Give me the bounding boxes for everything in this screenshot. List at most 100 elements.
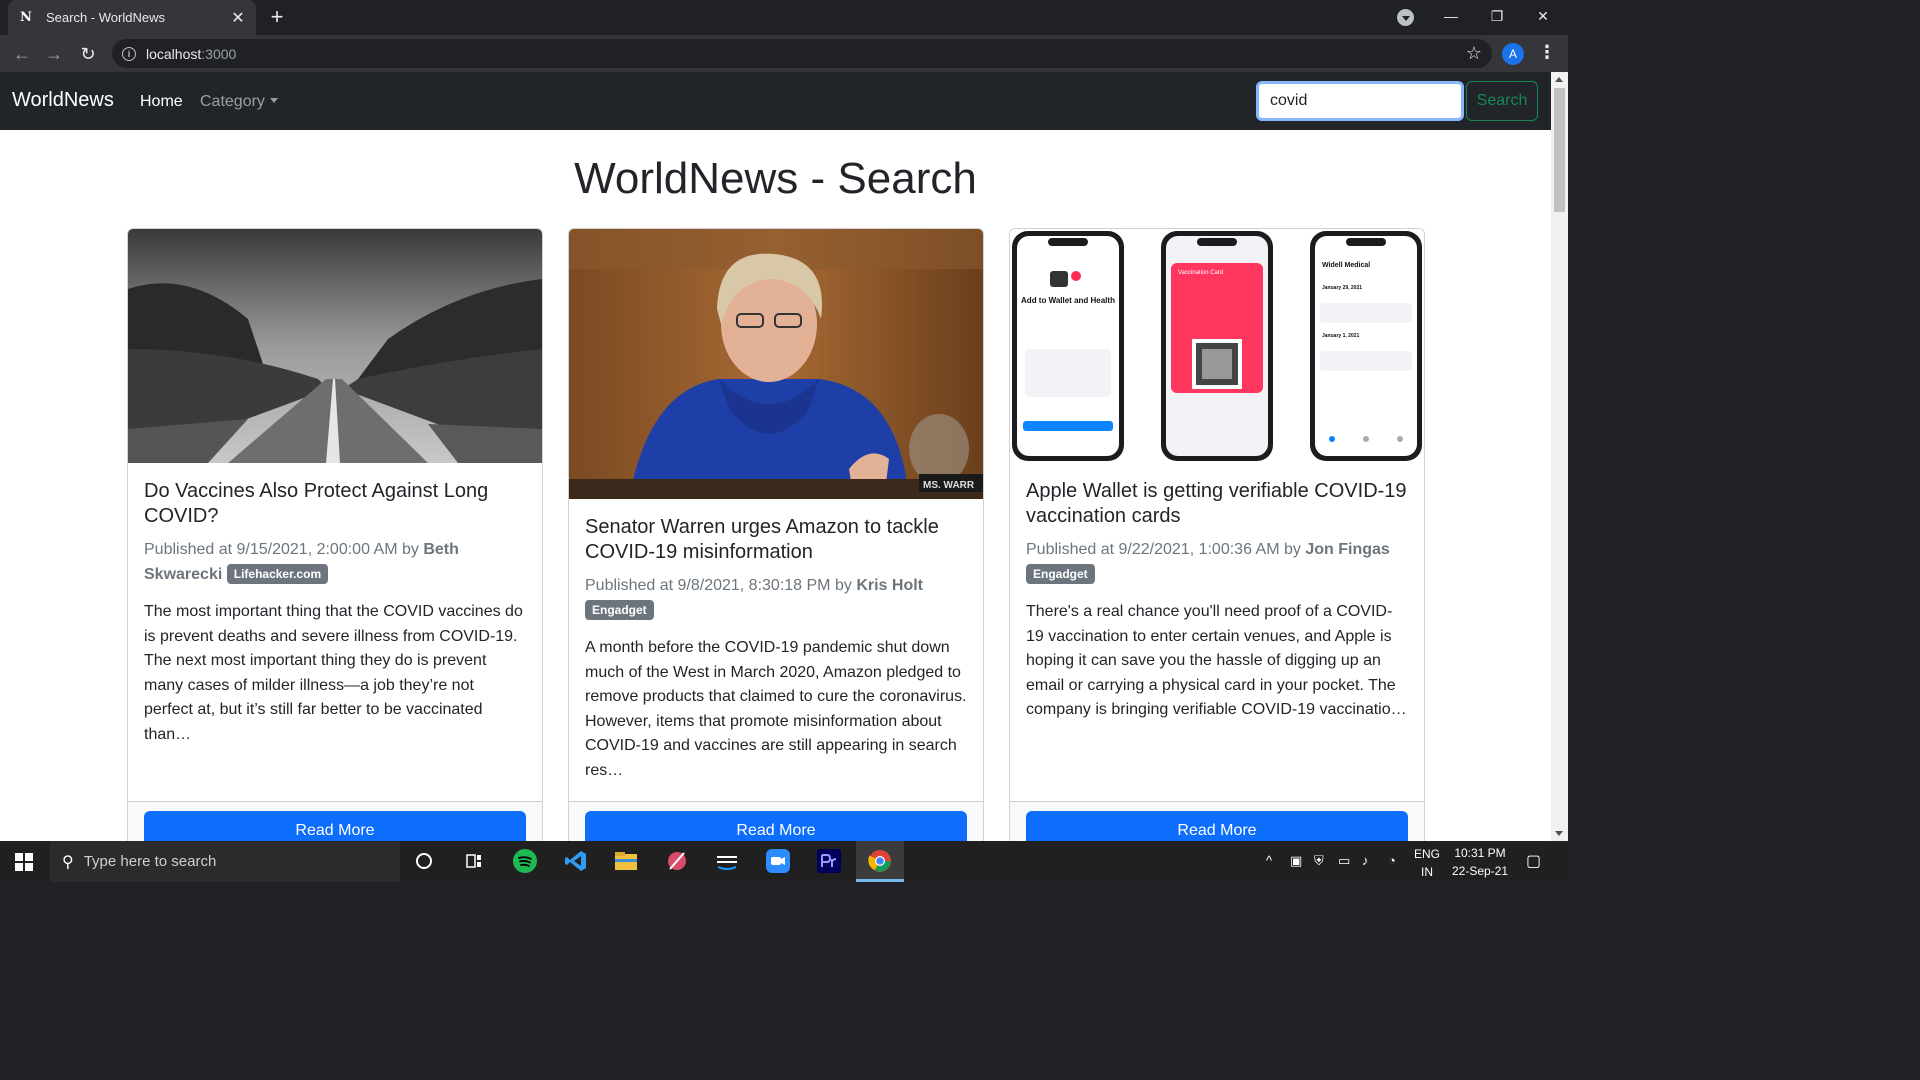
article-meta: Published at 9/15/2021, 2:00:00 AM by Be…	[144, 537, 526, 587]
article-description: The most important thing that the COVID …	[144, 603, 523, 743]
wallet-phone-title: Add to Wallet and Health	[1021, 296, 1115, 305]
file-explorer-icon[interactable]	[612, 847, 640, 875]
tab-close-icon[interactable]: ✕	[230, 8, 246, 28]
news-card: Do Vaccines Also Protect Against Long CO…	[127, 228, 543, 841]
windows-start-icon[interactable]	[15, 853, 33, 871]
article-description: A month before the COVID-19 pandemic shu…	[585, 639, 967, 779]
meet-now-icon[interactable]: ▣	[1290, 853, 1302, 869]
taskbar-search-box[interactable]: ⚲ Type here to search	[50, 841, 400, 882]
language-bottom: IN	[1421, 865, 1433, 879]
source-badge: Lifehacker.com	[226, 564, 329, 584]
browser-tab[interactable]: N Search - WorldNews ✕	[8, 0, 256, 35]
article-title: Senator Warren urges Amazon to tackle CO…	[585, 516, 939, 563]
url-host: localhost	[146, 45, 202, 62]
article-title: Do Vaccines Also Protect Against Long CO…	[144, 480, 489, 527]
card-body: Apple Wallet is getting verifiable COVID…	[1026, 479, 1408, 723]
vaccine-date-2: January 1, 2021	[1322, 333, 1359, 339]
clock-date: 22-Sep-21	[1451, 864, 1509, 878]
article-meta: Published at 9/8/2021, 8:30:18 PM by Kri…	[585, 573, 967, 623]
windows-taskbar: ⚲ Type here to search ^ ▣ ⛨ ▭ ♪ ◔ ENG IN…	[0, 841, 1568, 882]
browser-toolbar: ← → ↻ i localhost :3000 ☆ A ⋮	[0, 35, 1568, 72]
page-viewport: WorldNews Home Category Search WorldNews…	[0, 72, 1551, 841]
bookmark-star-icon[interactable]: ☆	[1466, 43, 1482, 64]
site-navbar: WorldNews Home Category Search	[0, 72, 1551, 130]
battery-icon[interactable]: ▭	[1338, 853, 1350, 869]
brand-link[interactable]: WorldNews	[12, 89, 114, 112]
card-footer: Read More	[569, 801, 983, 841]
page-scrollbar[interactable]	[1551, 72, 1568, 841]
search-input[interactable]	[1256, 81, 1464, 121]
medical-provider-title: Widell Medical	[1322, 262, 1370, 269]
zoom-icon[interactable]	[764, 847, 792, 875]
read-more-button[interactable]: Read More	[1026, 811, 1408, 841]
site-info-icon[interactable]: i	[122, 46, 136, 61]
published-text: Published at 9/8/2021, 8:30:18 PM by	[585, 577, 852, 594]
taskbar-search-placeholder: Type here to search	[83, 853, 217, 870]
clock[interactable]: 10:31 PM 22-Sep-21	[1446, 844, 1514, 880]
premiere-pro-icon[interactable]	[815, 847, 843, 875]
profile-avatar[interactable]: A	[1502, 43, 1524, 65]
spotify-icon[interactable]	[511, 847, 539, 875]
article-meta: Published at 9/22/2021, 1:00:36 AM by Jo…	[1026, 537, 1408, 587]
search-button[interactable]: Search	[1466, 81, 1538, 121]
news-card: MS. WARR Senator Warren urges Amazon to …	[568, 228, 984, 841]
source-badge: Engadget	[585, 600, 654, 620]
nameplate-text: MS. WARR	[923, 480, 975, 491]
volume-icon[interactable]: ♪	[1362, 853, 1369, 868]
snip-sketch-icon[interactable]	[663, 847, 691, 875]
news-card: Add to Wallet and Health Vaccination Car…	[1009, 228, 1425, 841]
cortana-icon[interactable]	[410, 847, 438, 875]
restore-icon[interactable]: ❐	[1474, 0, 1520, 32]
new-tab-icon[interactable]: +	[266, 6, 288, 28]
prime-video-icon[interactable]	[713, 847, 741, 875]
page-title: WorldNews - Search	[574, 154, 977, 203]
author-name: Jon Fingas	[1305, 541, 1390, 558]
tab-search-icon[interactable]	[1397, 9, 1414, 26]
tray-overflow-icon[interactable]: ^	[1266, 853, 1272, 868]
nav-category-dropdown[interactable]: Category	[200, 93, 278, 111]
article-description: There's a real chance you'll need proof …	[1026, 603, 1407, 718]
clock-time: 10:31 PM	[1454, 846, 1506, 860]
read-more-button[interactable]: Read More	[585, 811, 967, 841]
reload-icon[interactable]: ↻	[76, 42, 100, 66]
address-bar[interactable]: i localhost :3000 ☆	[112, 39, 1492, 68]
read-more-button[interactable]: Read More	[144, 811, 526, 841]
vaccine-date-1: January 29, 2021	[1322, 285, 1362, 291]
back-icon[interactable]: ←	[10, 42, 34, 66]
card-footer: Read More	[128, 801, 542, 841]
security-icon[interactable]: ⛨	[1314, 853, 1324, 869]
browser-titlebar: N Search - WorldNews ✕ + — ❐ ✕	[0, 0, 1568, 35]
nav-home-link[interactable]: Home	[140, 93, 183, 111]
browser-menu-icon[interactable]: ⋮	[1538, 42, 1556, 63]
tab-title: Search - WorldNews	[46, 10, 165, 25]
scroll-down-icon[interactable]	[1555, 831, 1563, 836]
wifi-icon[interactable]: ◔	[1388, 853, 1396, 868]
vaccination-card-label: Vaccination Card	[1178, 270, 1223, 276]
article-image-phones: Add to Wallet and Health Vaccination Car…	[1010, 229, 1424, 463]
search-icon: ⚲	[62, 853, 74, 871]
card-footer: Read More	[1010, 801, 1424, 841]
task-view-icon[interactable]	[460, 847, 488, 875]
url-port: :3000	[201, 45, 237, 62]
author-name: Kris Holt	[856, 577, 923, 594]
source-badge: Engadget	[1026, 564, 1095, 584]
published-text: Published at 9/22/2021, 1:00:36 AM by	[1026, 541, 1301, 558]
forward-icon[interactable]: →	[42, 42, 66, 66]
card-body: Do Vaccines Also Protect Against Long CO…	[144, 479, 526, 747]
chrome-taskbar-active[interactable]	[856, 841, 904, 882]
chrome-icon	[868, 850, 891, 872]
language-top: ENG	[1413, 847, 1440, 861]
scroll-up-icon[interactable]	[1555, 77, 1563, 82]
article-image-road	[128, 229, 542, 463]
minimize-icon[interactable]: —	[1428, 0, 1474, 32]
scroll-thumb[interactable]	[1554, 88, 1565, 212]
article-title: Apple Wallet is getting verifiable COVID…	[1026, 480, 1407, 527]
published-text: Published at 9/15/2021, 2:00:00 AM by	[144, 541, 419, 558]
article-image-portrait: MS. WARR	[569, 229, 983, 499]
close-window-icon[interactable]: ✕	[1520, 0, 1566, 32]
card-body: Senator Warren urges Amazon to tackle CO…	[585, 515, 967, 783]
vscode-icon[interactable]	[562, 847, 590, 875]
language-indicator[interactable]: ENG IN	[1412, 845, 1442, 881]
notification-icon[interactable]: ▢	[1526, 851, 1541, 871]
favicon-icon: N	[20, 10, 32, 25]
